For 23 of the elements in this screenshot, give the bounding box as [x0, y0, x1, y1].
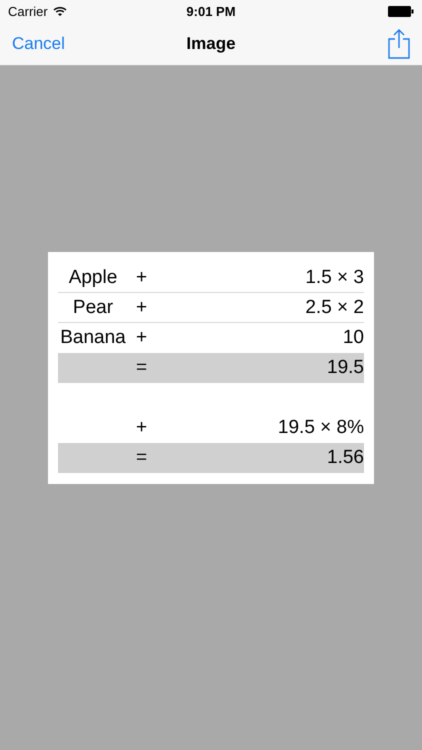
total-value: 19.5	[327, 356, 364, 378]
item-label: Banana	[60, 326, 126, 348]
clock-time: 9:01 PM	[186, 4, 236, 18]
nav-title: Image	[186, 34, 236, 54]
carrier-name: Carrier	[8, 4, 48, 18]
item-value: 1.5 × 3	[305, 266, 364, 288]
operator: +	[135, 326, 148, 348]
share-button[interactable]	[388, 28, 410, 58]
item-value: 19.5 × 8%	[278, 416, 364, 438]
item-label: Apple	[68, 266, 118, 288]
operator: +	[135, 296, 148, 318]
wifi-icon	[52, 6, 67, 16]
total-value: 1.56	[327, 446, 364, 468]
operator: =	[135, 446, 148, 468]
operator: +	[135, 416, 148, 438]
share-icon	[388, 28, 410, 58]
item-value: 2.5 × 2	[305, 296, 364, 318]
operator: =	[135, 356, 148, 378]
battery-icon	[388, 6, 414, 16]
operator: +	[135, 266, 148, 288]
item-value: 10	[342, 326, 364, 348]
item-label: Pear	[72, 296, 114, 318]
cancel-button[interactable]: Cancel	[12, 34, 65, 54]
